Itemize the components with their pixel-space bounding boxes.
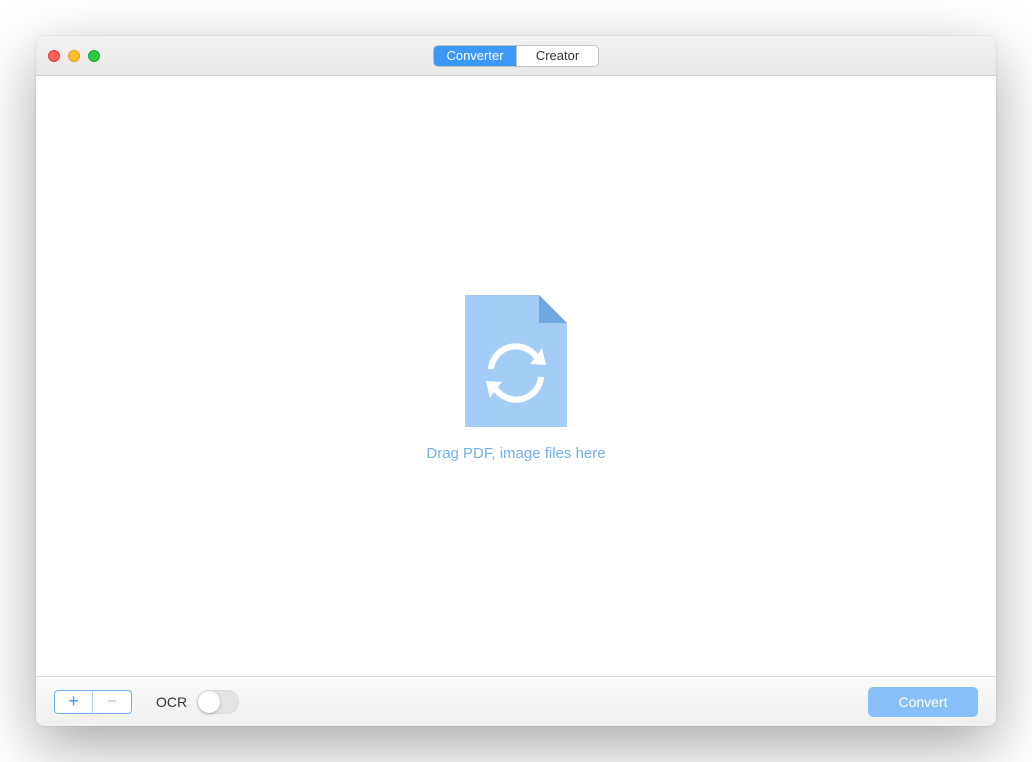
file-convert-icon [461,291,571,431]
remove-file-button[interactable]: − [93,691,131,713]
footer-toolbar: + − OCR Convert [36,676,996,726]
add-file-button[interactable]: + [55,691,93,713]
tab-creator[interactable]: Creator [516,46,598,66]
close-window-button[interactable] [48,50,60,62]
ocr-toggle-knob [198,691,220,713]
window-controls [48,50,100,62]
fullscreen-window-button[interactable] [88,50,100,62]
ocr-toggle[interactable] [197,690,239,714]
convert-button[interactable]: Convert [868,687,978,717]
file-stepper: + − [54,690,132,714]
titlebar: Converter Creator [36,36,996,76]
ocr-label: OCR [156,694,187,710]
file-dropzone[interactable]: Drag PDF, image files here [426,291,605,462]
ocr-control: OCR [156,690,239,714]
content-area: Drag PDF, image files here [36,76,996,676]
dropzone-hint: Drag PDF, image files here [426,445,605,462]
app-window: Converter Creator Drag PDF, image files … [36,36,996,726]
tab-converter[interactable]: Converter [434,46,516,66]
mode-tabs: Converter Creator [433,45,599,67]
minimize-window-button[interactable] [68,50,80,62]
